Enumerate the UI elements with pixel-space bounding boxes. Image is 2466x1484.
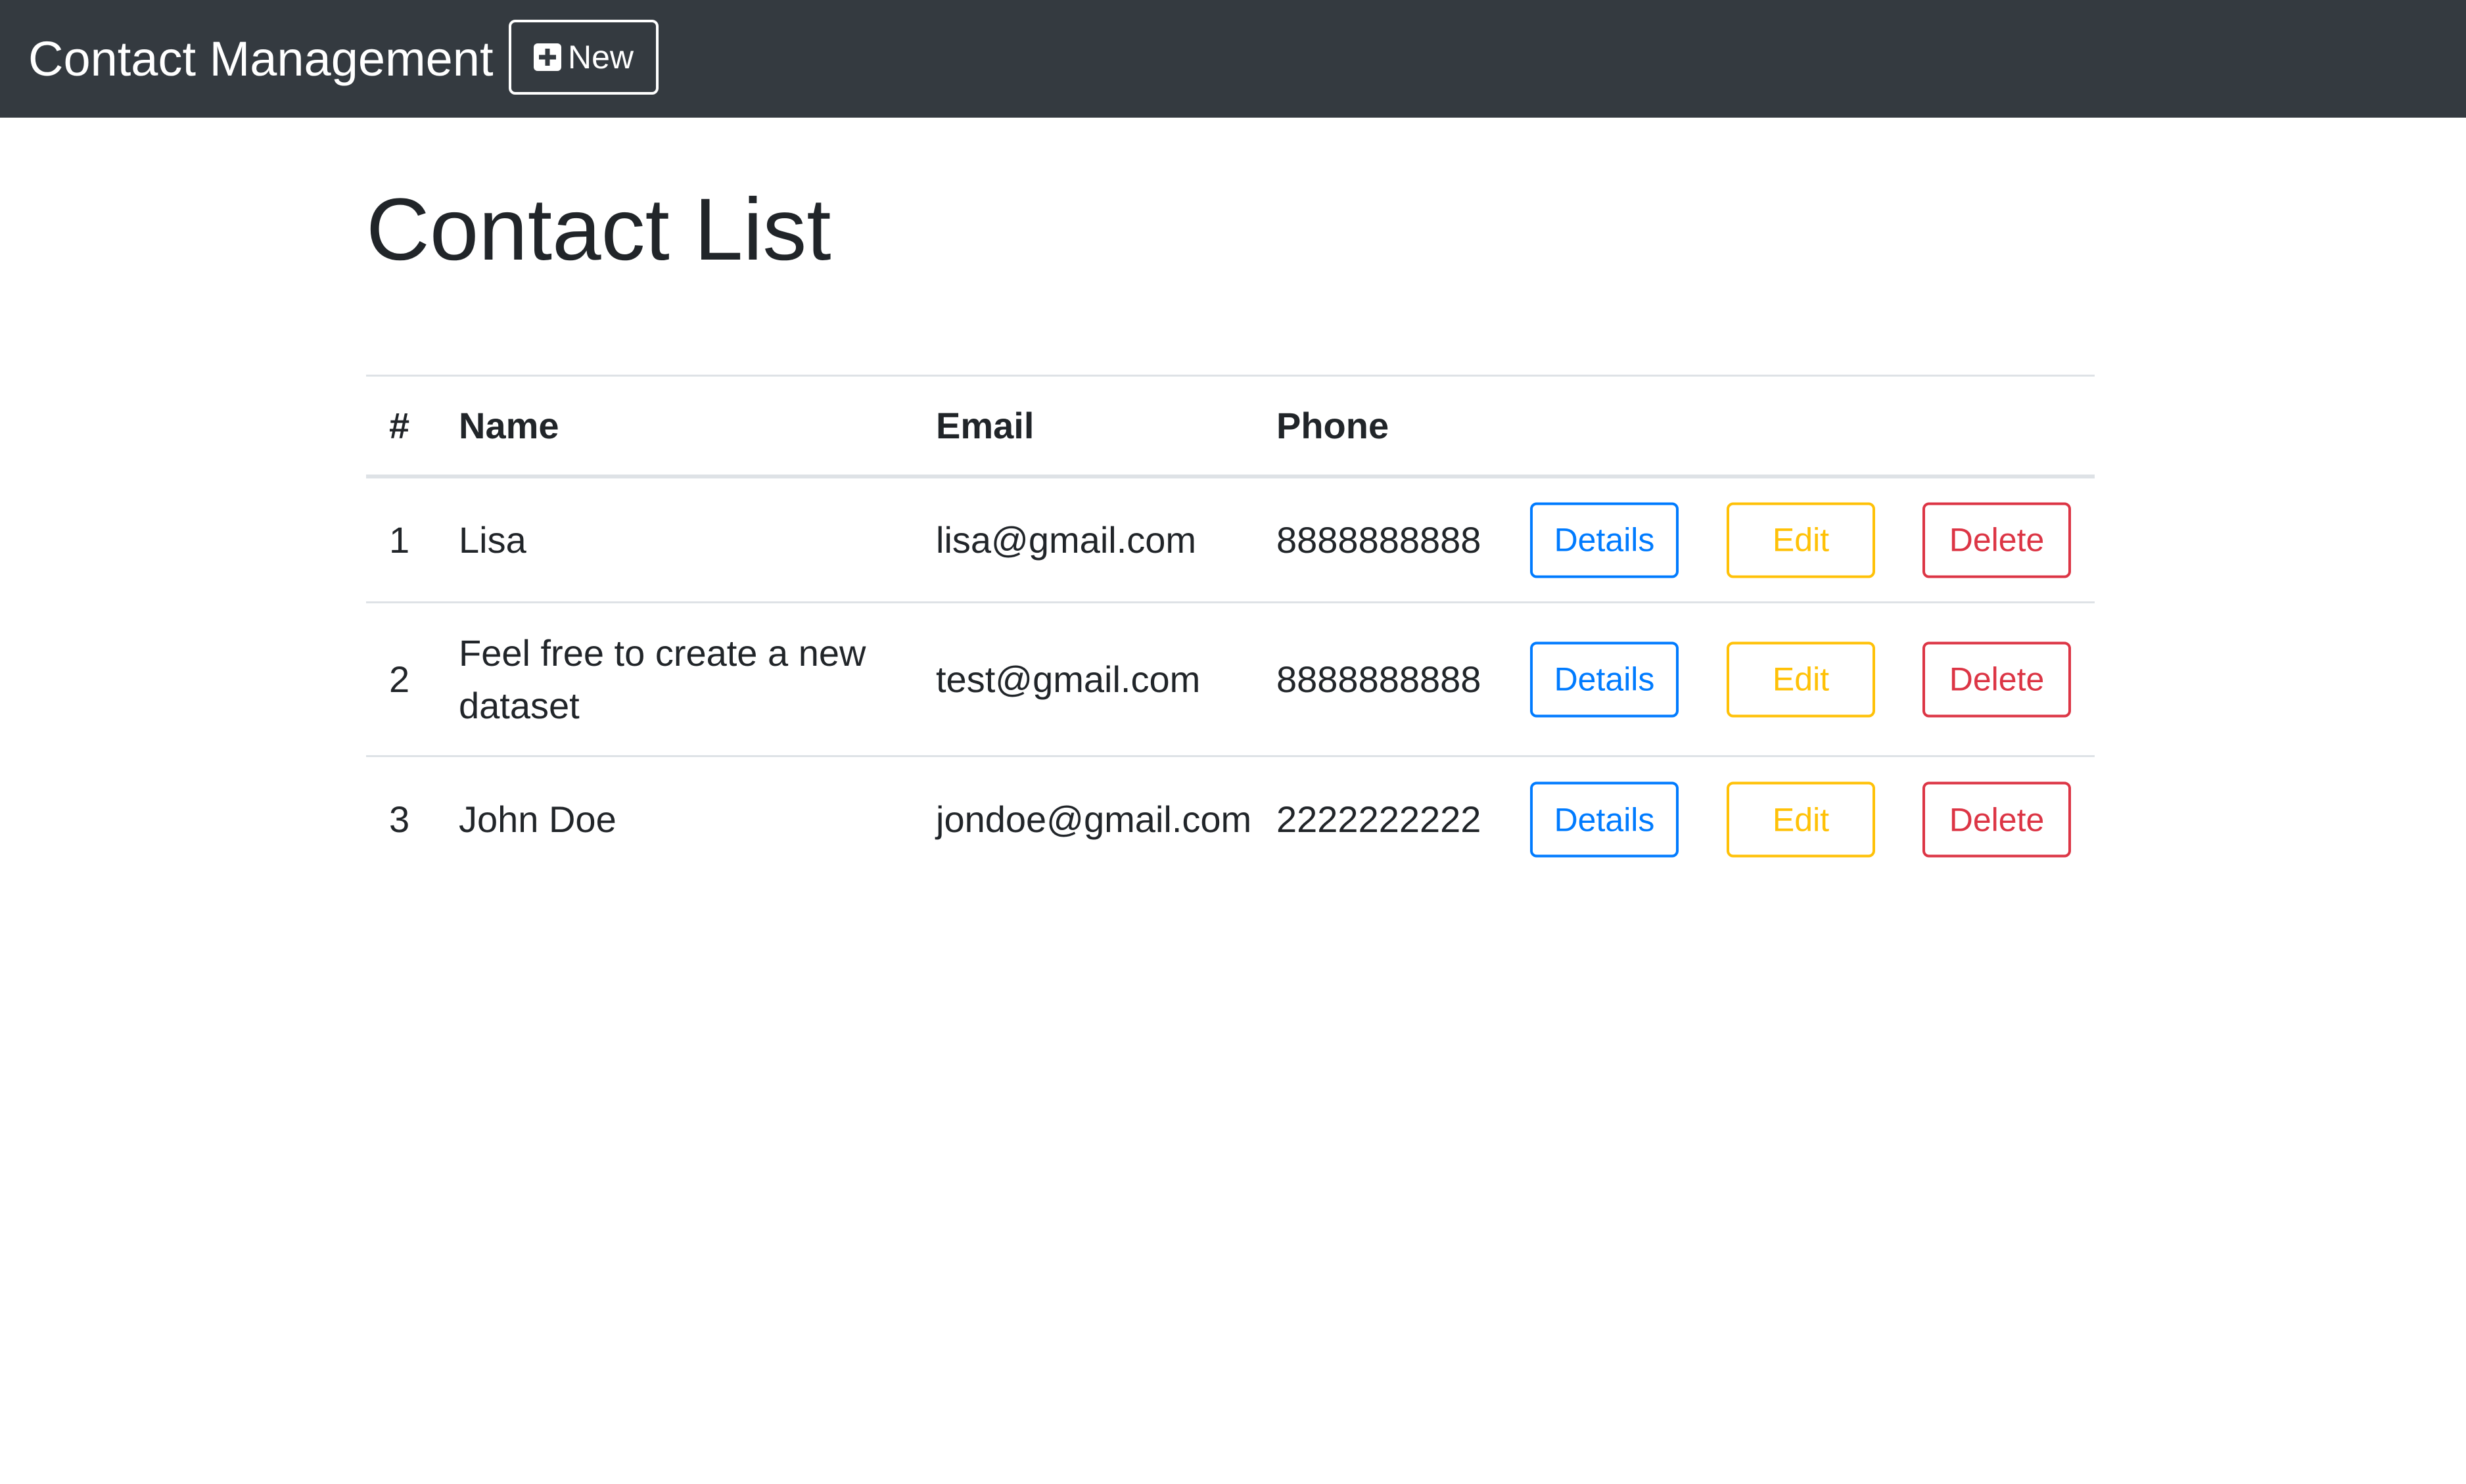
row-number: 3 <box>389 799 410 840</box>
row-email: lisa@gmail.com <box>936 519 1197 561</box>
edit-button[interactable]: Edit <box>1727 641 1875 717</box>
row-name: Lisa <box>459 519 526 561</box>
plus-square-icon <box>533 43 561 71</box>
details-button[interactable]: Details <box>1530 781 1679 858</box>
row-name: John Doe <box>459 799 616 840</box>
delete-button[interactable]: Delete <box>1922 641 2071 717</box>
page-title: Contact List <box>366 181 831 279</box>
header-phone: Phone <box>1276 404 1389 446</box>
table-header-row: # Name Email Phone <box>366 375 2095 478</box>
new-button-label: New <box>567 39 634 76</box>
row-email: jondoe@gmail.com <box>936 799 1252 840</box>
table-row: 1 Lisa lisa@gmail.com 8888888888 Details… <box>366 478 2095 603</box>
details-button[interactable]: Details <box>1530 502 1679 578</box>
table-row: 3 John Doe jondoe@gmail.com 2222222222 D… <box>366 757 2095 882</box>
row-phone: 2222222222 <box>1276 799 1481 840</box>
delete-button[interactable]: Delete <box>1922 781 2071 858</box>
row-phone: 8888888888 <box>1276 519 1481 561</box>
top-navbar: Contact Management New <box>0 0 2466 118</box>
navbar-brand[interactable]: Contact Management <box>28 0 494 118</box>
header-name: Name <box>459 404 559 446</box>
new-contact-button[interactable]: New <box>509 20 659 95</box>
edit-button[interactable]: Edit <box>1727 781 1875 858</box>
details-button[interactable]: Details <box>1530 641 1679 717</box>
table-row: 2 Feel free to create a new dataset test… <box>366 603 2095 757</box>
row-phone: 8888888888 <box>1276 658 1481 700</box>
row-number: 1 <box>389 519 410 561</box>
header-email: Email <box>936 404 1035 446</box>
row-email: test@gmail.com <box>936 658 1201 700</box>
row-name: Feel free to create a new dataset <box>459 632 866 726</box>
header-number: # <box>389 404 410 446</box>
delete-button[interactable]: Delete <box>1922 502 2071 578</box>
row-number: 2 <box>389 658 410 700</box>
edit-button[interactable]: Edit <box>1727 502 1875 578</box>
